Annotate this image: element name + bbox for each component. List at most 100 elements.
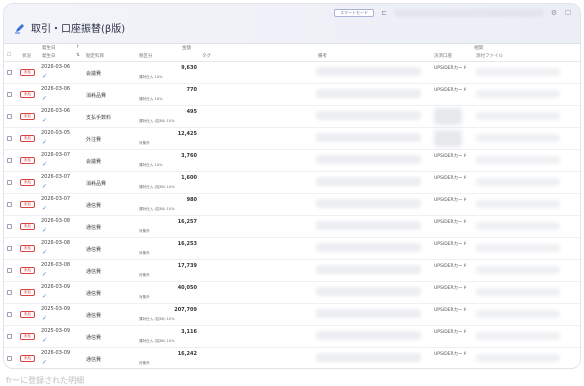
row-tax[interactable]: 対象外 <box>139 229 150 234</box>
table-row[interactable]: 未処 2026-03-08 ✓ 通信費 16,253 対象外 UPSIDERカード <box>4 238 580 260</box>
table-row[interactable]: 未処 2025-03-09 ✓ 通信費 207,709 課対仕入 (控80) 10% UPS… <box>4 304 580 326</box>
row-account[interactable]: 通信費 <box>86 202 101 209</box>
row-checkbox[interactable] <box>7 136 12 141</box>
status-badge[interactable]: 未処 <box>20 355 35 362</box>
row-tax[interactable]: 対象外 <box>139 251 150 256</box>
status-badge[interactable]: 未処 <box>20 69 35 76</box>
status-badge[interactable]: 未処 <box>20 223 35 230</box>
row-account[interactable]: 支払手数料 <box>86 114 111 121</box>
row-amount[interactable]: 1,600 <box>147 175 197 181</box>
row-tax[interactable]: 対象外 <box>139 273 150 278</box>
row-payment[interactable]: UPSIDERカード <box>434 66 467 73</box>
row-tax[interactable]: 対象外 <box>139 141 150 146</box>
row-tax[interactable]: 課対仕入 10% <box>139 97 163 102</box>
row-tax[interactable]: 課対仕入 10% <box>139 163 163 168</box>
row-checkbox[interactable] <box>7 312 12 317</box>
row-checkbox[interactable] <box>7 224 12 229</box>
row-tax[interactable]: 課対仕入 (控80) 10% <box>139 339 175 344</box>
row-payment[interactable]: UPSIDERカード <box>434 220 467 227</box>
row-account[interactable]: 通信費 <box>86 334 101 341</box>
table-row[interactable]: 未処 2020-03-05 ✓ 外注費 12,425 対象外 <box>4 128 580 150</box>
status-badge[interactable]: 未処 <box>20 201 35 208</box>
row-amount[interactable]: 770 <box>147 87 197 93</box>
row-tax[interactable]: 対象外 <box>139 295 150 300</box>
status-badge[interactable]: 未処 <box>20 333 35 340</box>
row-checkbox[interactable] <box>7 268 12 273</box>
row-amount[interactable]: 16,242 <box>147 351 197 357</box>
settings-icon[interactable]: ⚙ <box>550 9 558 17</box>
table-row[interactable]: 未処 2025-03-09 ✓ 通信費 3,116 課対仕入 (控80) 10% UPSID… <box>4 326 580 348</box>
row-amount[interactable]: 9,630 <box>147 65 197 71</box>
link-icon[interactable]: ⊏ <box>380 9 388 17</box>
row-payment[interactable]: UPSIDERカード <box>434 176 467 183</box>
status-badge[interactable]: 未処 <box>20 311 35 318</box>
row-amount[interactable]: 16,257 <box>147 219 197 225</box>
row-account[interactable]: 通信費 <box>86 246 101 253</box>
smart-mode-button[interactable]: スマートモード <box>334 9 374 17</box>
row-checkbox[interactable] <box>7 334 12 339</box>
row-tax[interactable]: 課対仕入 (控80) 10% <box>139 119 175 124</box>
row-account[interactable]: 通信費 <box>86 268 101 275</box>
table-row[interactable]: 未処 2026-03-08 ✓ 通信費 16,257 対象外 UPSIDERカード <box>4 216 580 238</box>
row-amount[interactable]: 17,739 <box>147 263 197 269</box>
row-amount[interactable]: 980 <box>147 197 197 203</box>
status-badge[interactable]: 未処 <box>20 91 35 98</box>
row-amount[interactable]: 3,116 <box>147 329 197 335</box>
row-payment[interactable]: UPSIDERカード <box>434 264 467 271</box>
row-checkbox[interactable] <box>7 92 12 97</box>
row-payment[interactable]: UPSIDERカード <box>434 352 467 359</box>
status-badge[interactable]: 未処 <box>20 135 35 142</box>
row-account[interactable]: 消耗品費 <box>86 92 106 99</box>
table-row[interactable]: 未処 2026-03-06 ✓ 支払手数料 495 課対仕入 (控80) 10% <box>4 106 580 128</box>
row-tax[interactable]: 課対仕入 (控80) 10% <box>139 185 175 190</box>
row-amount[interactable]: 12,425 <box>147 131 197 137</box>
row-payment[interactable]: UPSIDERカード <box>434 198 467 205</box>
sort-up-icon[interactable]: ↑ <box>76 45 80 50</box>
table-row[interactable]: 未処 2026-03-07 ✓ 消耗品費 1,600 課対仕入 (控80) 10% UPSI… <box>4 172 580 194</box>
row-payment[interactable]: UPSIDERカード <box>434 308 467 315</box>
row-payment[interactable]: UPSIDERカード <box>434 242 467 249</box>
row-account[interactable]: 通信費 <box>86 356 101 363</box>
status-badge[interactable]: 未処 <box>20 179 35 186</box>
row-payment[interactable]: UPSIDERカード <box>434 286 467 293</box>
row-tax[interactable]: 対象外 <box>139 361 150 366</box>
row-account[interactable]: 外注費 <box>86 136 101 143</box>
row-account[interactable]: 会議費 <box>86 70 101 77</box>
status-badge[interactable]: 未処 <box>20 245 35 252</box>
row-payment[interactable]: UPSIDERカード <box>434 154 467 161</box>
row-account[interactable]: 通信費 <box>86 312 101 319</box>
status-badge[interactable]: 未処 <box>20 113 35 120</box>
table-row[interactable]: 未処 2026-03-07 ✓ 会議費 3,760 課対仕入 10% UPSIDERカード <box>4 150 580 172</box>
row-amount[interactable]: 3,760 <box>147 153 197 159</box>
row-amount[interactable]: 495 <box>147 109 197 115</box>
row-account[interactable]: 会議費 <box>86 158 101 165</box>
select-all-checkbox[interactable]: ☐ <box>7 53 11 58</box>
table-row[interactable]: 未処 2026-03-07 ✓ 通信費 980 課対仕入 (控80) 10% UPSIDER… <box>4 194 580 216</box>
sort-icon[interactable]: ⇅ <box>76 53 80 58</box>
row-amount[interactable]: 40,050 <box>147 285 197 291</box>
table-row[interactable]: 未処 2026-03-08 ✓ 通信費 17,739 対象外 UPSIDERカード <box>4 260 580 282</box>
row-checkbox[interactable] <box>7 180 12 185</box>
row-checkbox[interactable] <box>7 290 12 295</box>
status-badge[interactable]: 未処 <box>20 289 35 296</box>
row-checkbox[interactable] <box>7 202 12 207</box>
table-row[interactable]: 未処 2026-03-09 ✓ 通信費 16,242 対象外 UPSIDERカード <box>4 348 580 368</box>
row-checkbox[interactable] <box>7 114 12 119</box>
row-checkbox[interactable] <box>7 356 12 361</box>
row-checkbox[interactable] <box>7 158 12 163</box>
status-badge[interactable]: 未処 <box>20 157 35 164</box>
chat-icon[interactable]: ☐ <box>564 9 572 17</box>
row-account[interactable]: 消耗品費 <box>86 180 106 187</box>
row-account[interactable]: 通信費 <box>86 290 101 297</box>
row-tax[interactable]: 課対仕入 10% <box>139 75 163 80</box>
table-row[interactable]: 未処 2026-03-06 ✓ 会議費 9,630 課対仕入 10% UPSIDERカード <box>4 62 580 84</box>
row-account[interactable]: 通信費 <box>86 224 101 231</box>
row-checkbox[interactable] <box>7 246 12 251</box>
row-checkbox[interactable] <box>7 70 12 75</box>
row-tax[interactable]: 課対仕入 (控80) 10% <box>139 207 175 212</box>
row-amount[interactable]: 16,253 <box>147 241 197 247</box>
row-payment[interactable]: UPSIDERカード <box>434 330 467 337</box>
status-badge[interactable]: 未処 <box>20 267 35 274</box>
row-amount[interactable]: 207,709 <box>147 307 197 313</box>
table-row[interactable]: 未処 2026-03-09 ✓ 通信費 40,050 対象外 UPSIDERカード <box>4 282 580 304</box>
